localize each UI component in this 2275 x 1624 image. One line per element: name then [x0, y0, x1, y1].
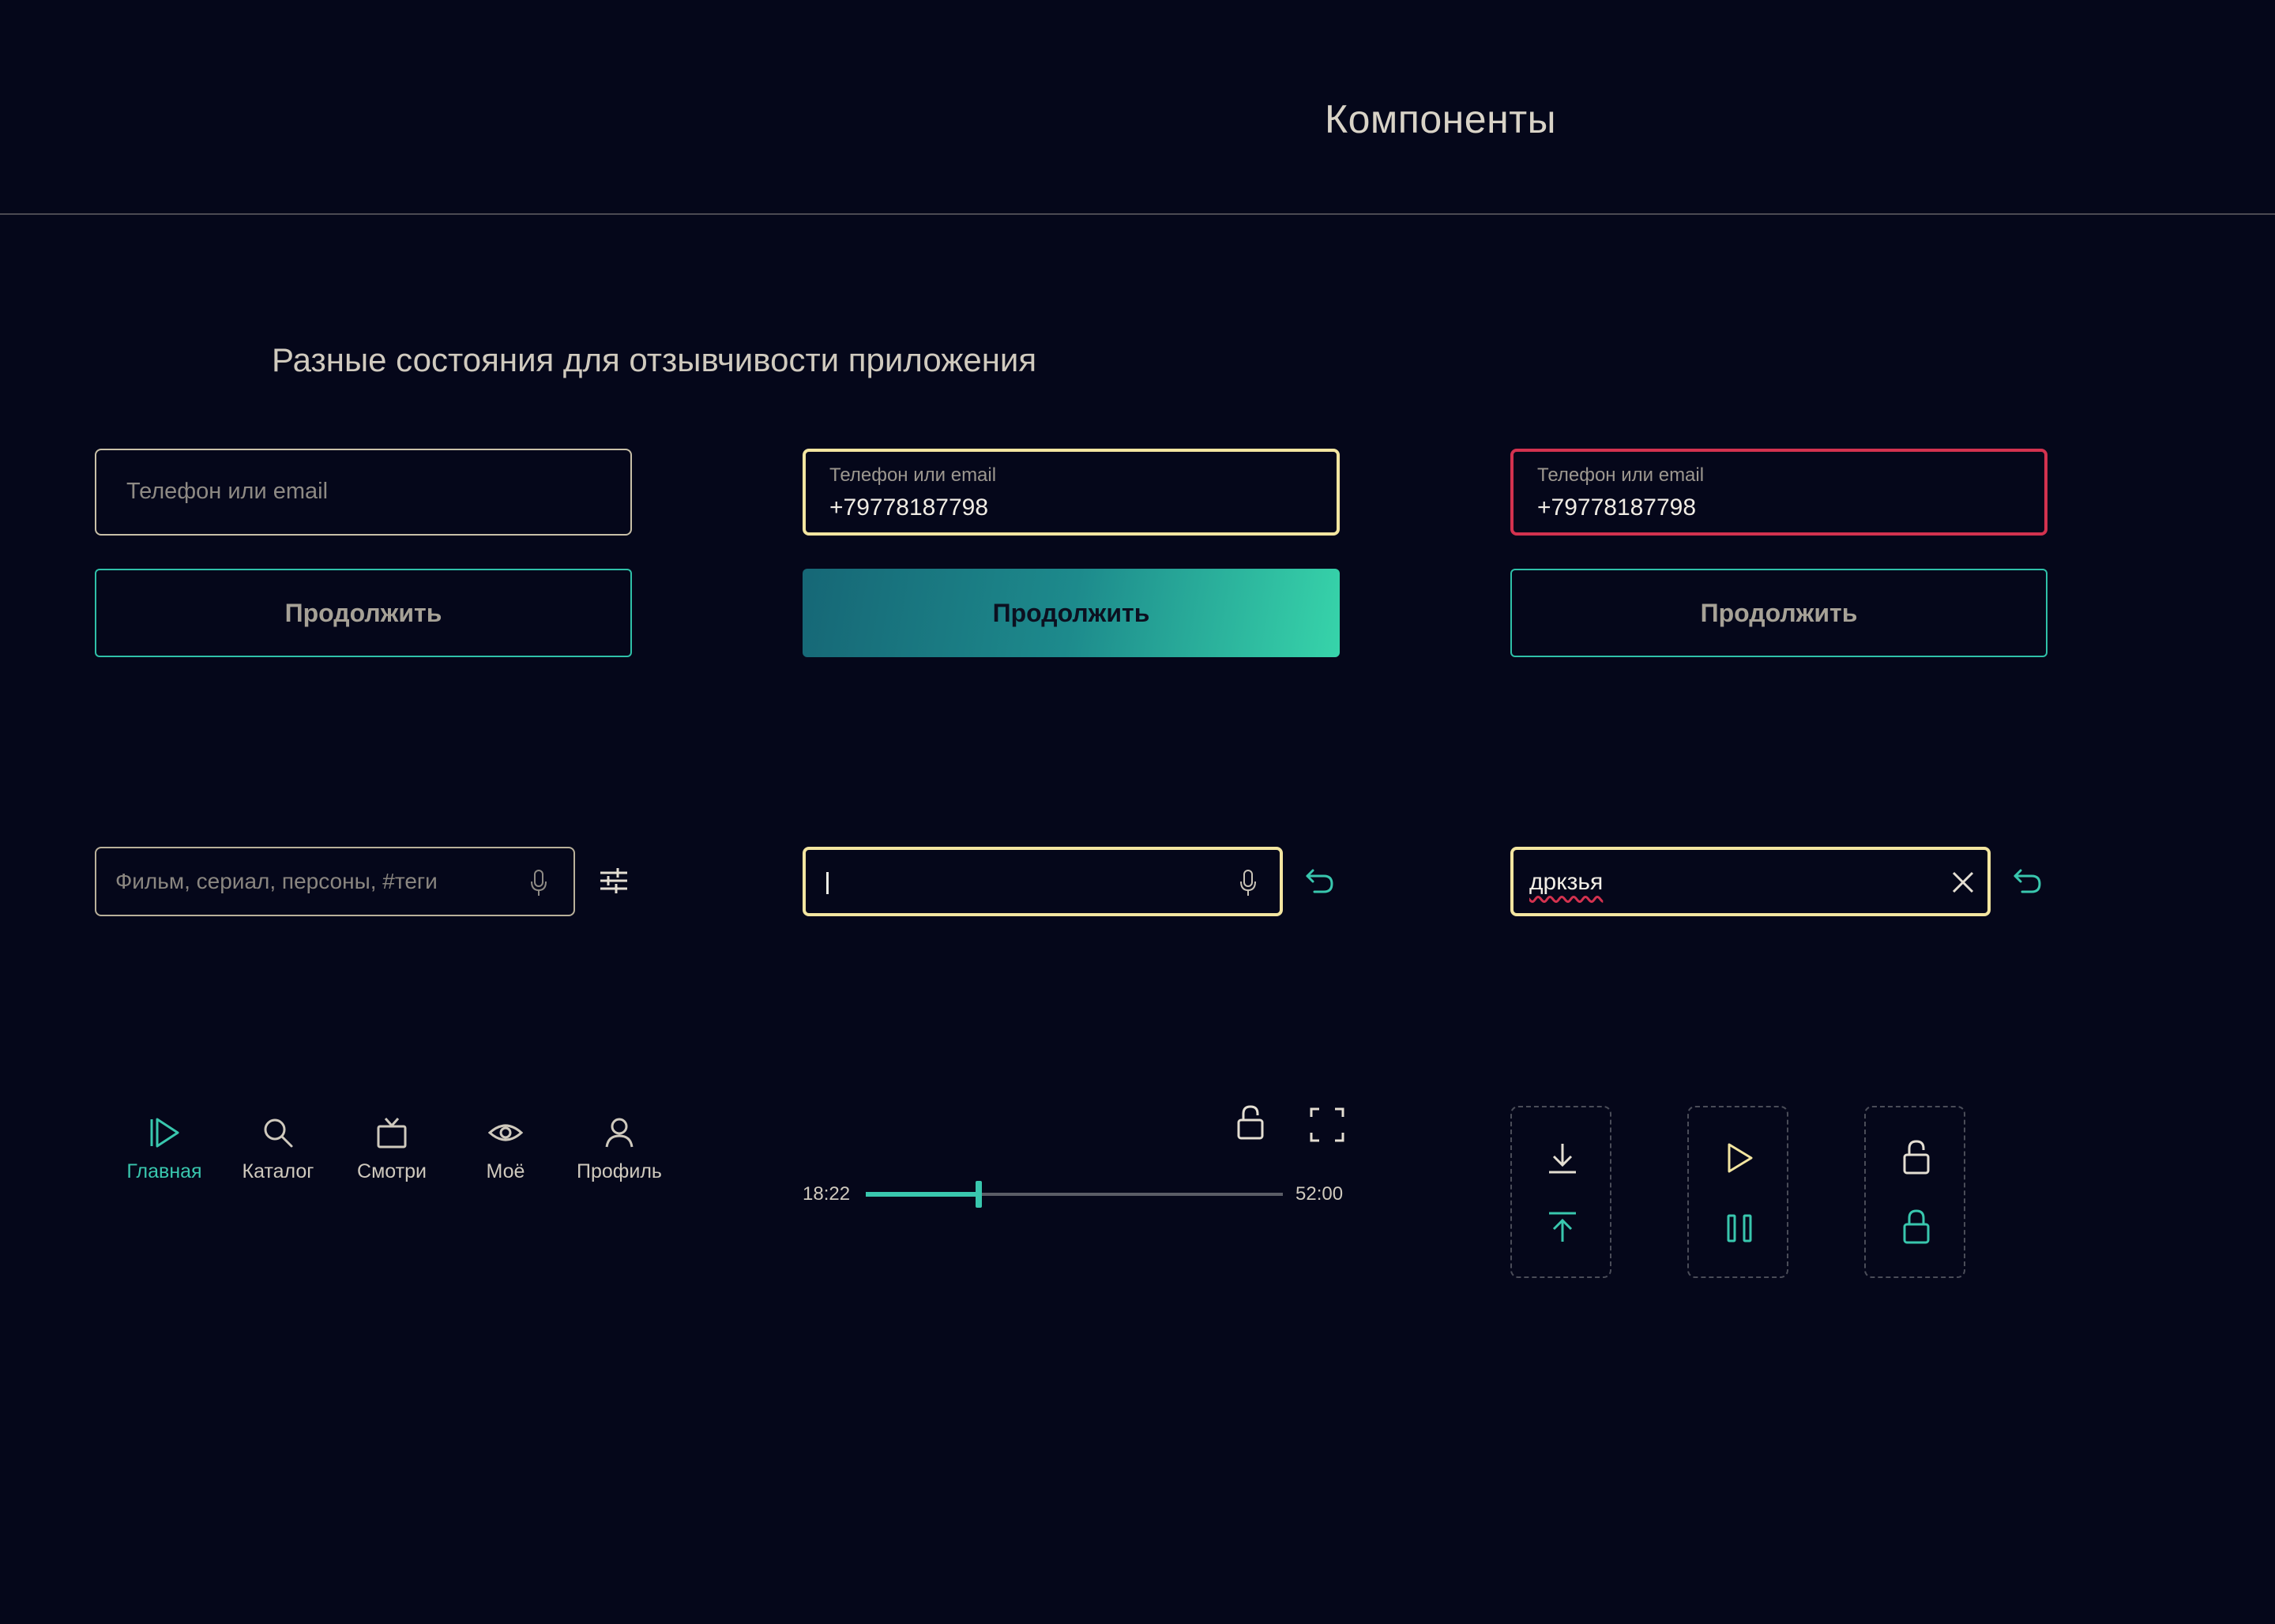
progress-fill — [866, 1192, 979, 1197]
playback-states-tile — [1687, 1106, 1788, 1278]
header-divider — [0, 213, 2275, 215]
phone-email-field-error[interactable]: Телефон или email +79778187798 — [1510, 449, 2048, 536]
search-icon — [264, 1118, 293, 1148]
phone-email-label: Телефон или email — [829, 464, 997, 486]
continue-button-idle[interactable]: Продолжить — [95, 569, 632, 657]
lock-icon[interactable] — [1902, 1139, 1931, 1175]
clear-icon[interactable] — [1951, 870, 1975, 894]
phone-email-value: +79778187798 — [829, 494, 989, 521]
phone-email-field-focus[interactable]: Телефон или email +79778187798 — [803, 449, 1340, 536]
nav-label-home: Главная — [126, 1160, 202, 1182]
nav-item-watch[interactable]: Смотри — [337, 1115, 447, 1183]
section-title: Разные состояния для отзывчивости прилож… — [272, 341, 1037, 378]
user-icon — [605, 1118, 634, 1148]
search-input-focused[interactable] — [803, 847, 1283, 916]
nav-item-profile[interactable]: Профиль — [564, 1115, 675, 1183]
lock-closed-icon[interactable] — [1902, 1209, 1931, 1245]
search-input-idle[interactable]: Фильм, сериал, персоны, #теги — [95, 847, 575, 916]
search-placeholder: Фильм, сериал, персоны, #теги — [115, 869, 438, 893]
nav-item-catalog[interactable]: Каталог — [223, 1115, 333, 1183]
lock-open-icon[interactable] — [1235, 1104, 1265, 1141]
progress-handle[interactable] — [975, 1181, 982, 1208]
text-caret — [826, 872, 829, 894]
phone-email-label: Телефон или email — [1537, 464, 1705, 486]
upload-icon[interactable] — [1547, 1210, 1578, 1245]
continue-button-error[interactable]: Продолжить — [1510, 569, 2048, 657]
download-icon[interactable] — [1547, 1141, 1578, 1175]
filter-sliders-icon[interactable] — [599, 867, 629, 894]
nav-label-catalog: Каталог — [242, 1160, 314, 1182]
phone-email-placeholder: Телефон или email — [126, 479, 329, 504]
nav-label-profile: Профиль — [577, 1160, 662, 1182]
nav-item-mine[interactable]: Моё — [450, 1115, 561, 1183]
page-title: Компоненты — [1324, 97, 1557, 141]
search-input-filled[interactable]: дркзья — [1510, 847, 1991, 916]
play-icon[interactable] — [1724, 1142, 1755, 1174]
fullscreen-icon[interactable] — [1310, 1107, 1344, 1142]
tv-icon — [377, 1118, 407, 1148]
total-time: 52:00 — [1295, 1183, 1344, 1205]
eye-icon — [487, 1124, 524, 1141]
current-time: 18:22 — [803, 1183, 851, 1205]
microphone-icon[interactable] — [1239, 869, 1258, 897]
download-states-tile — [1510, 1106, 1611, 1278]
pause-icon[interactable] — [1725, 1213, 1754, 1243]
play-icon — [150, 1118, 179, 1148]
microphone-icon[interactable] — [529, 869, 548, 897]
back-arrow-icon[interactable] — [2013, 866, 2043, 896]
search-value: дркзья — [1529, 869, 1604, 895]
phone-email-value: +79778187798 — [1537, 494, 1697, 521]
progress-track[interactable] — [866, 1181, 1283, 1208]
nav-label-mine: Моё — [486, 1160, 525, 1182]
lock-states-tile — [1864, 1106, 1965, 1278]
nav-label-watch: Смотри — [357, 1160, 427, 1182]
nav-item-home[interactable]: Главная — [109, 1115, 220, 1183]
back-arrow-icon[interactable] — [1305, 866, 1335, 896]
phone-email-field-idle[interactable]: Телефон или email — [95, 449, 632, 536]
continue-button-active[interactable]: Продолжить — [803, 569, 1340, 657]
